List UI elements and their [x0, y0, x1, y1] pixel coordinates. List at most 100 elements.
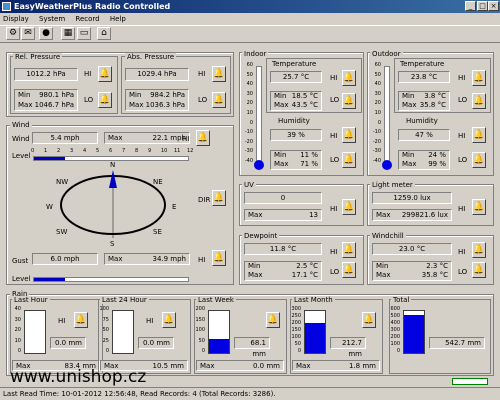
light-value: 1259.0 lux	[372, 192, 452, 204]
thermo-tick-label: 50	[246, 71, 253, 78]
history-icon[interactable]: ●	[39, 27, 53, 40]
rain-hour-bar	[24, 310, 46, 354]
dewpoint-lo-bell-icon[interactable]: 🔔	[342, 262, 356, 278]
wind-scale-tick: 11	[174, 148, 181, 154]
menu-help[interactable]: Help	[110, 15, 126, 23]
max-label: Max	[248, 271, 263, 279]
light-max-value: 299821.6 lux	[401, 211, 448, 219]
hi-label: HI	[330, 248, 338, 256]
thermo-tick-label: 30	[374, 90, 381, 97]
compass-rose	[60, 170, 166, 238]
thermo-tick-label: -10	[372, 129, 381, 136]
compass-se: SE	[153, 228, 162, 236]
outdoor-temp-lo-bell-icon[interactable]: 🔔	[472, 93, 486, 109]
gust-level-label: Level	[12, 275, 31, 283]
abs-lo-bell-icon[interactable]: 🔔	[212, 92, 226, 108]
indoor-hum-label: Humidity	[278, 117, 310, 125]
menu-display[interactable]: Display	[3, 15, 29, 23]
rain-day-label: Last 24 Hour	[100, 296, 149, 304]
max-label: Max	[296, 362, 311, 370]
wind-scale-tick: 6	[109, 148, 113, 154]
outdoor-temp-value: 23.8 °C	[398, 71, 450, 83]
rel-pressure-label: Rel. Pressure	[13, 53, 63, 61]
thermo-tick-label: -40	[244, 158, 253, 164]
abs-pressure-label: Abs. Pressure	[125, 53, 177, 61]
watermark: www.unishop.cz	[10, 367, 147, 387]
maximize-button[interactable]: □	[477, 1, 488, 11]
windchill-lo-bell-icon[interactable]: 🔔	[472, 262, 486, 278]
menu-record[interactable]: Record	[75, 15, 99, 23]
max-label: Max	[274, 160, 289, 168]
max-label: Max	[18, 101, 33, 109]
outdoor-temp-min: 3.8 °C	[424, 92, 446, 100]
lo-label: LO	[458, 268, 468, 276]
abs-pressure-minmax: Min 984.2 hPa Max 1036.3 hPa	[125, 89, 189, 111]
lo-label: LO	[330, 156, 340, 164]
indoor-hum-value: 39 %	[270, 129, 322, 141]
thermo-tick-label: 60	[374, 62, 381, 68]
graph-icon[interactable]: ▭	[77, 27, 91, 40]
lo-label: LO	[458, 96, 468, 104]
wind-level-label: Level	[12, 152, 31, 160]
max-label: Max	[274, 101, 289, 109]
rain-axis-tick: 50	[294, 341, 301, 347]
wind-hi-label: HI	[182, 135, 190, 143]
rain-month-bell-icon[interactable]: 🔔	[362, 312, 376, 328]
close-button[interactable]: ×	[488, 1, 499, 11]
outdoor-hum-hi-bell-icon[interactable]: 🔔	[472, 127, 486, 143]
rain-axis-tick: 150	[195, 316, 205, 323]
rain-axis-tick: 200	[390, 334, 400, 340]
rain-week-bell-icon[interactable]: 🔔	[266, 312, 280, 328]
max-label: Max	[402, 101, 417, 109]
rain-axis-tick: 30	[14, 316, 21, 323]
wind-scale-tick: 5	[96, 148, 100, 154]
home-icon[interactable]: ⌂	[97, 27, 111, 40]
indoor-temp-hi-bell-icon[interactable]: 🔔	[342, 70, 356, 86]
gust-hi-label: HI	[198, 256, 206, 264]
rel-hi-bell-icon[interactable]: 🔔	[98, 66, 112, 82]
rain-axis-tick: 0	[297, 348, 301, 354]
max-label: Max	[402, 160, 417, 168]
rel-lo-bell-icon[interactable]: 🔔	[98, 92, 112, 108]
rain-day-value: 0.0 mm	[138, 337, 174, 349]
menu-system[interactable]: System	[39, 15, 65, 23]
indoor-hum-max: 71 %	[300, 160, 318, 168]
alarm-icon[interactable]: ✉	[21, 27, 35, 40]
outdoor-temp-hi-bell-icon[interactable]: 🔔	[472, 70, 486, 86]
wind-hi-bell-icon[interactable]: 🔔	[196, 130, 210, 146]
rain-axis-tick: 10	[14, 337, 21, 344]
wind-scale-tick: 0	[31, 148, 35, 154]
lo-label: LO	[458, 156, 468, 164]
thermo-tick-label: 10	[246, 110, 253, 116]
wind-scale: 0 1 2 3 4 5 6 7 8 9 10 11 12	[31, 148, 194, 156]
rain-total-bar-fill	[404, 315, 424, 353]
wind-scale-tick: 12	[187, 148, 194, 154]
compass-e: E	[172, 203, 177, 211]
rain-hour-bell-icon[interactable]: 🔔	[74, 312, 88, 328]
light-bell-icon[interactable]: 🔔	[472, 199, 486, 215]
indoor-hum-hi-bell-icon[interactable]: 🔔	[342, 127, 356, 143]
gust-hi-bell-icon[interactable]: 🔔	[212, 250, 226, 266]
rain-week-label: Last Week	[196, 296, 236, 304]
table-icon[interactable]: ▦	[61, 27, 75, 40]
indoor-temp-lo-bell-icon[interactable]: 🔔	[342, 93, 356, 109]
thermo-tick-label: 20	[246, 100, 253, 107]
min-label: Min	[274, 92, 287, 100]
minimize-button[interactable]: _	[465, 1, 476, 11]
rain-axis-tick: 600	[390, 306, 400, 312]
dir-bell-icon[interactable]: 🔔	[212, 190, 226, 206]
hi-label: HI	[458, 205, 466, 213]
uv-label: UV	[242, 181, 256, 189]
indoor-thermo-scale: 60 50 40 30 20 10 0 -10 -20 -30 -40	[241, 62, 255, 164]
thermo-tick-label: 10	[374, 110, 381, 116]
setup-icon[interactable]: ⚙	[6, 27, 20, 40]
windchill-hi-bell-icon[interactable]: 🔔	[472, 242, 486, 258]
max-label: Max	[376, 271, 391, 279]
abs-hi-bell-icon[interactable]: 🔔	[212, 66, 226, 82]
outdoor-hum-value: 47 %	[398, 129, 450, 141]
rain-day-bell-icon[interactable]: 🔔	[162, 312, 176, 328]
outdoor-hum-lo-bell-icon[interactable]: 🔔	[472, 152, 486, 168]
uv-bell-icon[interactable]: 🔔	[342, 199, 356, 215]
dewpoint-hi-bell-icon[interactable]: 🔔	[342, 242, 356, 258]
indoor-hum-lo-bell-icon[interactable]: 🔔	[342, 152, 356, 168]
